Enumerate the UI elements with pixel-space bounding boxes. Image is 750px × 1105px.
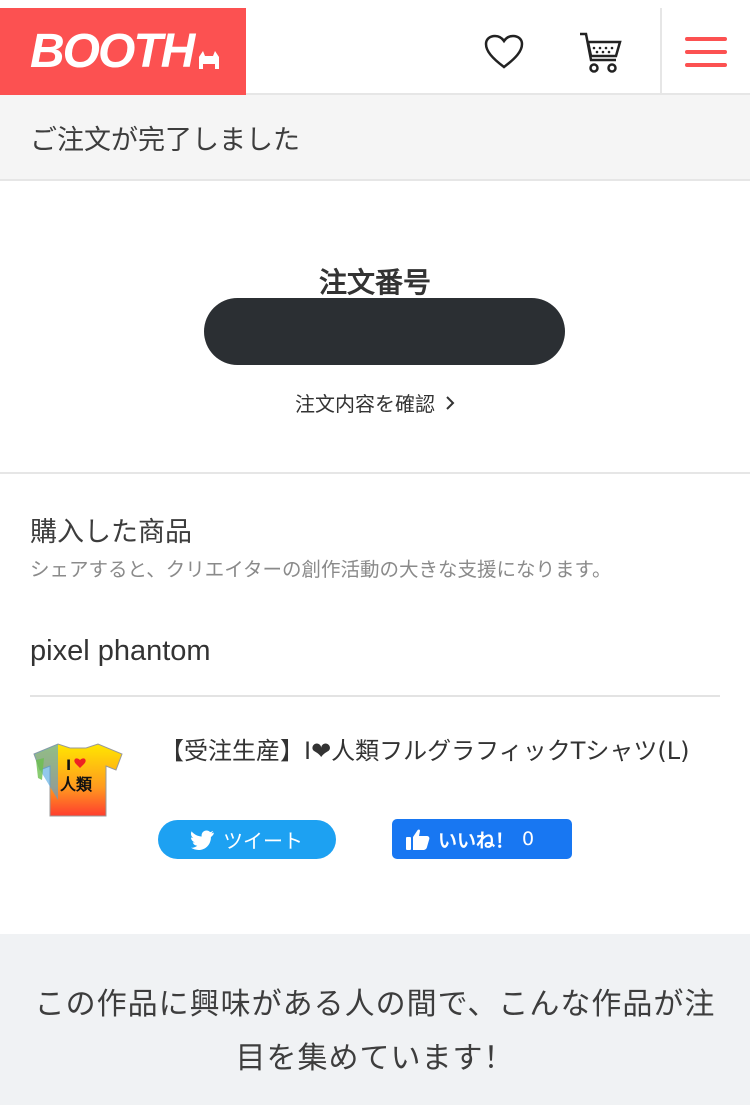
shop-name-link[interactable]: pixel phantom (30, 635, 211, 668)
order-number-label: 注文番号 (318, 266, 431, 299)
order-section: 注文番号 注文内容を確認 (0, 181, 750, 474)
tweet-button-label: ツイート (223, 829, 303, 853)
logo-text: BOOTH (30, 25, 195, 78)
order-number-redacted (204, 298, 565, 365)
facebook-like-button[interactable]: いいね！ 0 (392, 819, 572, 859)
menu-button[interactable] (660, 8, 750, 95)
favorites-button[interactable] (466, 8, 542, 95)
order-details-link-label: 注文内容を確認 (295, 392, 435, 416)
cart-button[interactable] (562, 8, 638, 95)
divider (30, 695, 720, 697)
twitter-bird-icon (191, 830, 214, 850)
recommendation-heading: この作品に興味がある人の間で、こんな作品が注目を集めています！ (34, 987, 716, 1076)
svg-text:I: I (66, 758, 71, 774)
purchased-title: 購入した商品 (30, 517, 192, 548)
chevron-right-icon (445, 392, 455, 416)
cart-icon (580, 32, 622, 73)
header: BOOTH (0, 0, 750, 95)
order-details-link[interactable]: 注文内容を確認 (0, 388, 750, 417)
tweet-button[interactable]: ツイート (158, 820, 336, 859)
status-message: ご注文が完了しました (30, 124, 300, 156)
like-button-label: いいね！ (438, 829, 515, 852)
menu-icon (685, 36, 727, 67)
dog-logo-icon (199, 50, 220, 69)
tshirt-thumbnail[interactable]: I 人類 (30, 740, 126, 818)
like-count: 0 (522, 828, 535, 850)
booth-logo[interactable]: BOOTH (0, 8, 246, 95)
heart-icon (484, 34, 524, 69)
thumbs-up-icon (406, 829, 430, 850)
item-title-link[interactable]: 【受注生産】I❤人類フルグラフィックTシャツ(L) (160, 730, 720, 772)
svg-text:人類: 人類 (60, 775, 93, 794)
order-complete-banner: ご注文が完了しました (0, 95, 750, 181)
purchased-subtitle: シェアすると、クリエイターの創作活動の大きな支援になります。 (30, 558, 612, 581)
recommendation-section: この作品に興味がある人の間で、こんな作品が注目を集めています！ (0, 934, 750, 1105)
